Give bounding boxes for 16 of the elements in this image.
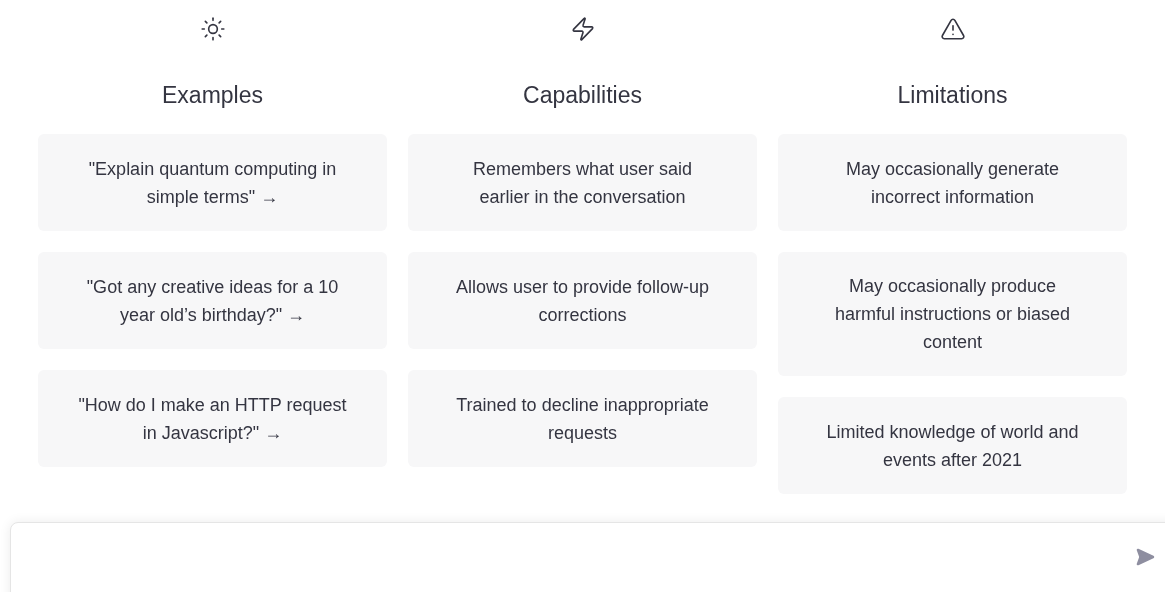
prompt-card: Trained to decline inappropriate requests xyxy=(408,370,757,467)
column-title: Examples xyxy=(162,81,263,110)
column-title: Capabilities xyxy=(523,81,642,110)
send-icon[interactable] xyxy=(1135,547,1155,567)
prompt-card[interactable]: "Got any creative ideas for a 10 year old’s birthday?" → xyxy=(38,252,387,349)
column-title: Limitations xyxy=(897,81,1008,110)
prompt-card[interactable]: "How do I make an HTTP request in Javascript?" → xyxy=(38,370,387,467)
prompt-card: Remembers what user said earlier in the conversation xyxy=(408,134,757,231)
warning-icon xyxy=(939,16,966,42)
prompt-card: May occasionally generate incorrect information xyxy=(778,134,1127,231)
prompt-card: Limited knowledge of world and events after 2021 xyxy=(778,397,1127,494)
prompt-card: May occasionally produce harmful instructions or biased content xyxy=(778,252,1127,376)
prompt-card[interactable]: "Explain quantum computing in simple terms" → xyxy=(38,134,387,231)
sun-icon xyxy=(199,16,226,42)
prompt-card: Allows user to provide follow-up corrections xyxy=(408,252,757,349)
message-input-field[interactable] xyxy=(10,522,1165,592)
